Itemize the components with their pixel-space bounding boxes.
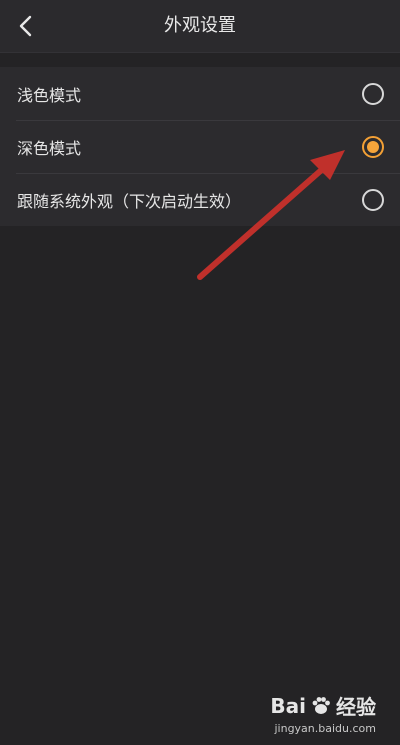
watermark-brand-left: Bai [270, 693, 306, 718]
option-label: 深色模式 [17, 138, 82, 158]
watermark-brand-right: 经验 [336, 695, 376, 719]
radio-follow-system[interactable] [362, 188, 384, 211]
option-label: 浅色模式 [17, 85, 82, 105]
option-dark-mode[interactable]: 深色模式 [0, 120, 400, 173]
option-light-mode[interactable]: 浅色模式 [0, 67, 400, 120]
screen: 外观设置 浅色模式 深色模式 跟随系统外观（下次启动生效） Bai 经验 jin… [0, 0, 400, 745]
radio-dark-mode[interactable] [362, 135, 384, 158]
paw-icon [312, 696, 330, 714]
watermark: Bai 经验 jingyan.baidu.com [270, 691, 376, 736]
watermark-logo: Bai 经验 [270, 691, 376, 720]
page-title: 外观设置 [164, 15, 236, 36]
nav-bar: 外观设置 [0, 0, 400, 53]
option-follow-system[interactable]: 跟随系统外观（下次启动生效） [0, 173, 400, 226]
radio-light-mode[interactable] [362, 82, 384, 105]
option-label: 跟随系统外观（下次启动生效） [17, 191, 242, 211]
appearance-options-list: 浅色模式 深色模式 跟随系统外观（下次启动生效） [0, 67, 400, 226]
watermark-url: jingyan.baidu.com [274, 722, 376, 735]
